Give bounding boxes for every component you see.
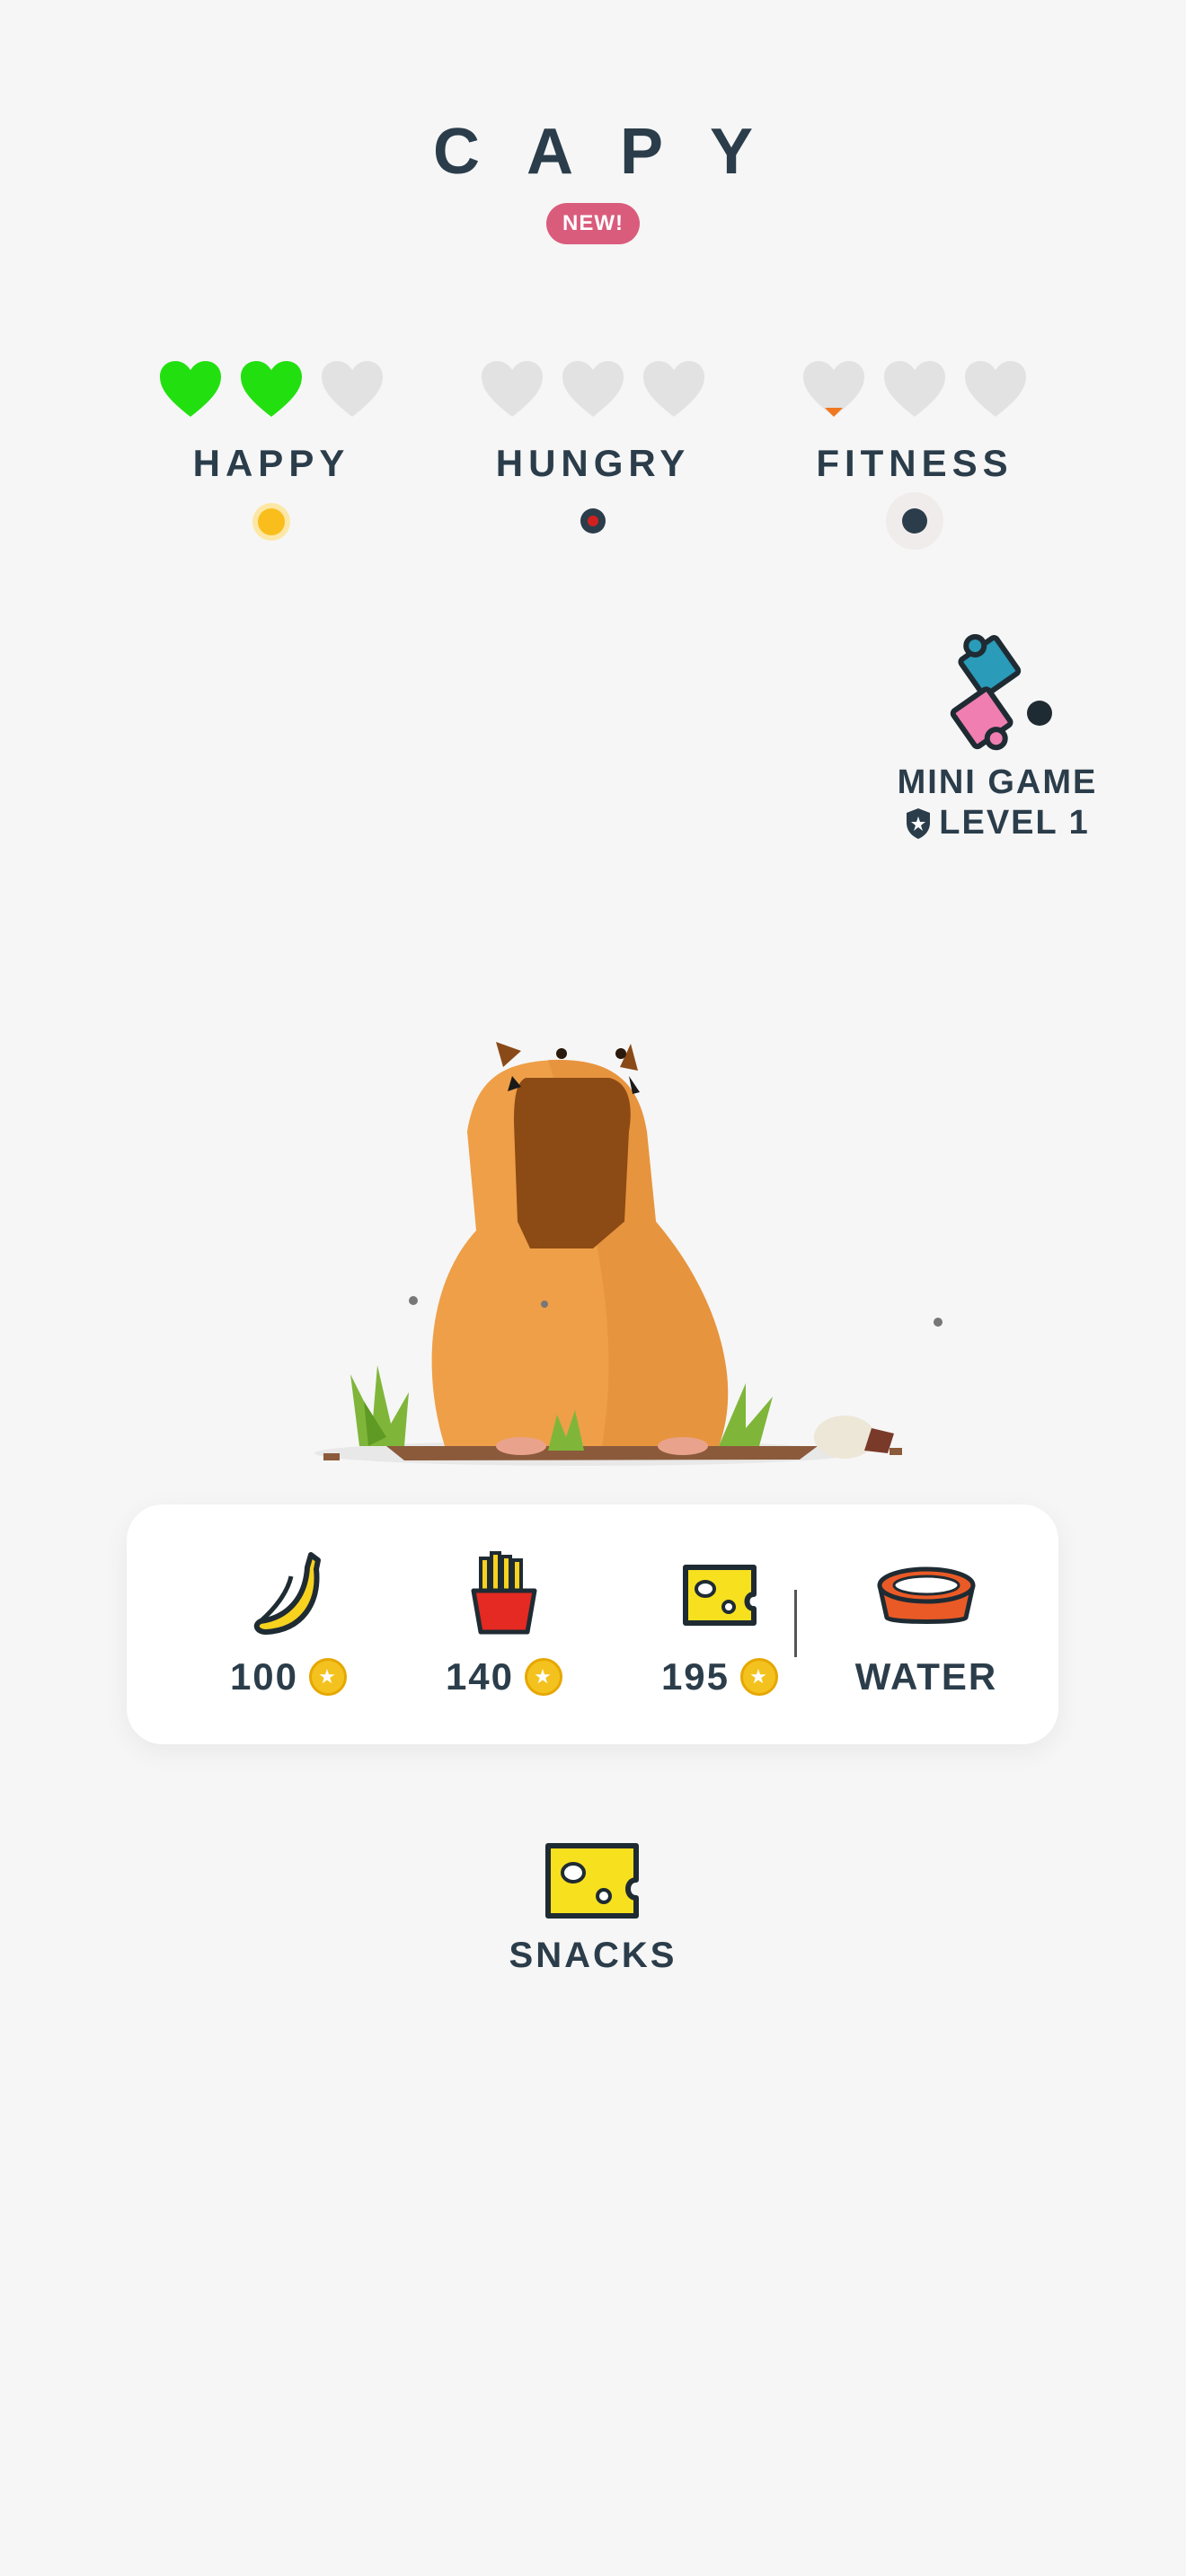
stat-label: HUNGRY — [495, 442, 691, 484]
food-price: 100 — [229, 1655, 299, 1698]
food-water-button[interactable]: WATER — [836, 1549, 1016, 1698]
heart-filled-icon — [158, 359, 223, 419]
level-label: LEVEL 1 — [939, 804, 1090, 842]
app-title: CAPY — [432, 116, 801, 188]
price-row: 140 ★ — [414, 1655, 594, 1698]
heart-empty-icon — [882, 359, 947, 419]
fries-icon — [414, 1549, 594, 1639]
happy-hearts — [137, 359, 406, 426]
cheese-icon — [630, 1549, 810, 1639]
heart-partial-icon — [801, 359, 866, 419]
hungry-indicator — [580, 508, 606, 534]
heart-empty-icon — [642, 359, 706, 419]
coin-icon: ★ — [309, 1658, 348, 1696]
heart-empty-icon — [561, 359, 625, 419]
heart-filled-icon — [239, 359, 304, 419]
new-badge: NEW! — [546, 203, 640, 244]
stat-fitness[interactable]: FITNESS — [780, 359, 1049, 534]
stat-label: HAPPY — [192, 442, 350, 484]
mini-game-label: MINI GAME — [897, 763, 1098, 801]
food-price: 195 — [660, 1655, 730, 1698]
heart-empty-icon — [480, 359, 544, 419]
cheese-icon — [503, 1837, 683, 1925]
hungry-hearts — [458, 359, 728, 426]
puzzle-icon — [930, 629, 1065, 754]
capybara-scene[interactable] — [261, 961, 943, 1500]
food-card: 100 ★ 140 ★ 195 ★ WATER — [127, 1504, 1058, 1744]
heart-empty-icon — [320, 359, 385, 419]
water-label: WATER — [854, 1655, 998, 1698]
snacks-button[interactable]: SNACKS — [503, 1837, 683, 1976]
snacks-label: SNACKS — [509, 1936, 677, 1975]
shield-icon — [907, 807, 931, 839]
banana-icon — [199, 1549, 378, 1639]
fitness-hearts — [780, 359, 1049, 426]
food-cheese-button[interactable]: 195 ★ — [630, 1549, 810, 1698]
happy-indicator — [258, 508, 285, 535]
food-price: 140 — [445, 1655, 515, 1698]
food-banana-button[interactable]: 100 ★ — [199, 1549, 378, 1698]
food-fries-button[interactable]: 140 ★ — [414, 1549, 594, 1698]
heart-empty-icon — [963, 359, 1028, 419]
fitness-indicator — [902, 508, 927, 534]
stat-hungry[interactable]: HUNGRY — [458, 359, 728, 534]
coin-icon: ★ — [740, 1658, 779, 1696]
divider — [794, 1590, 797, 1657]
price-row: 100 ★ — [199, 1655, 378, 1698]
coin-icon: ★ — [525, 1658, 563, 1696]
mini-game-button[interactable]: MINI GAME LEVEL 1 — [890, 629, 1105, 842]
water-label-row: WATER — [836, 1655, 1016, 1698]
price-row: 195 ★ — [630, 1655, 810, 1698]
level-row: LEVEL 1 — [890, 804, 1105, 842]
water-bowl-icon — [836, 1549, 1016, 1639]
stat-label: FITNESS — [816, 442, 1013, 484]
stat-happy[interactable]: HAPPY — [137, 359, 406, 535]
